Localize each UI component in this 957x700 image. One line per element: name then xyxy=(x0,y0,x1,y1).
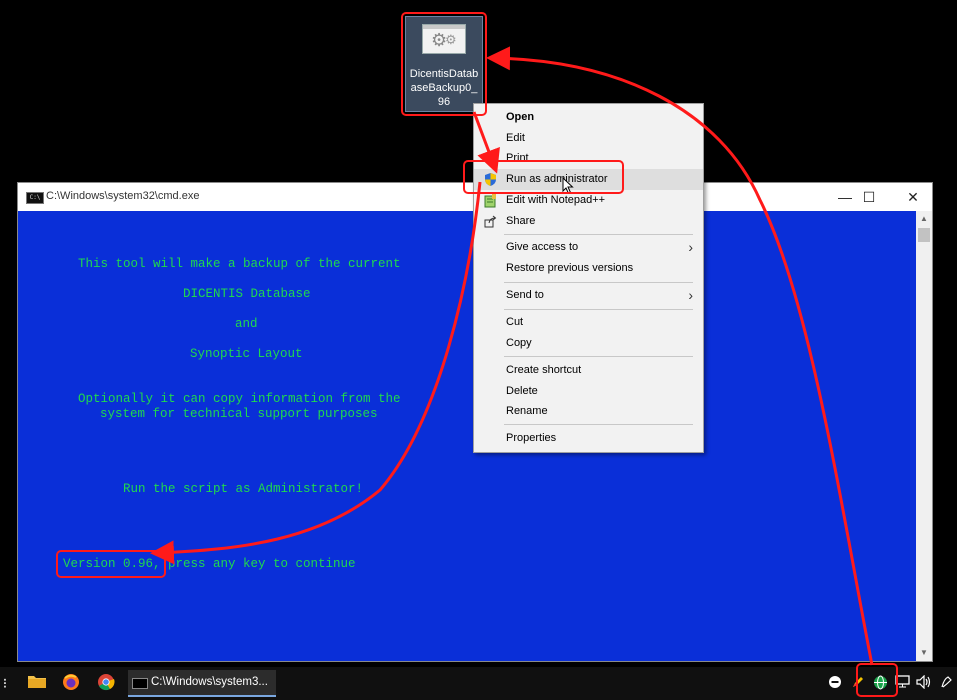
annotation-arrows xyxy=(150,46,874,666)
